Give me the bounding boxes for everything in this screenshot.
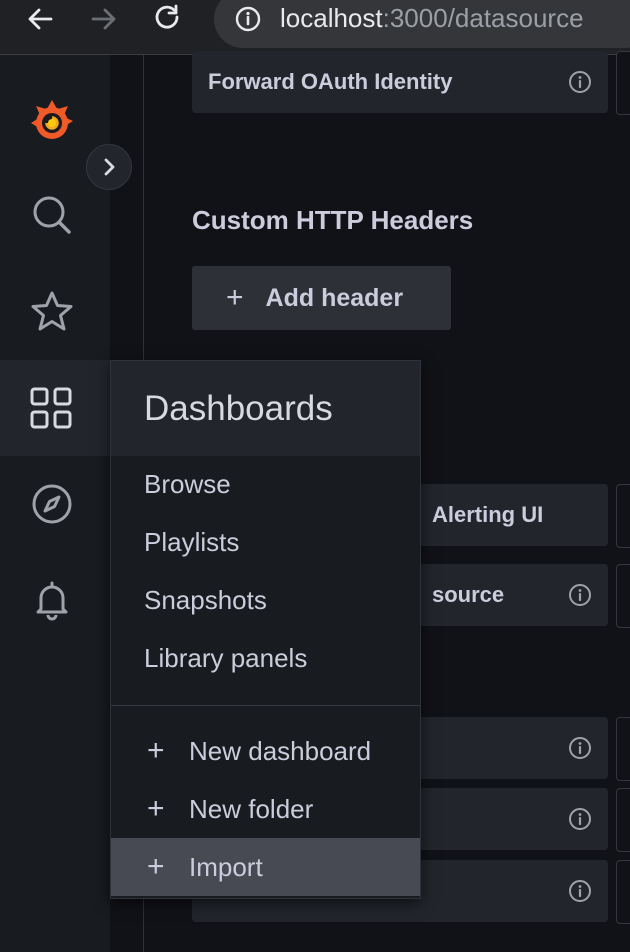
menu-item-playlists[interactable]: Playlists	[144, 527, 239, 558]
star-icon	[31, 291, 73, 331]
back-button[interactable]	[22, 0, 58, 38]
section-title: Custom HTTP Headers	[192, 205, 474, 235]
menu-action-label: New dashboard	[189, 735, 372, 766]
setting-label: Alerting UI	[432, 502, 544, 527]
menu-item-snapshots[interactable]: Snapshots	[144, 585, 267, 616]
setting-input[interactable]	[616, 860, 630, 924]
browser-toolbar: localhost:3000/datasource	[0, 0, 630, 55]
setting-toggle[interactable]	[616, 51, 630, 115]
setting-row-forward-oauth[interactable]: Forward OAuth Identity	[192, 51, 608, 113]
menu-item-new-dashboard[interactable]: + New dashboard	[111, 722, 420, 780]
setting-toggle[interactable]	[616, 484, 630, 548]
info-icon[interactable]	[568, 583, 592, 607]
expand-sidebar-button[interactable]	[86, 144, 132, 190]
compass-icon	[32, 484, 72, 524]
menu-header[interactable]: Dashboards	[111, 361, 420, 456]
url-host: localhost	[280, 3, 383, 33]
menu-item-new-folder[interactable]: + New folder	[111, 780, 420, 838]
sidebar-item-starred[interactable]	[0, 264, 104, 360]
plus-icon: +	[147, 734, 165, 767]
sidebar-item-dashboards[interactable]	[0, 360, 110, 456]
sidebar-item-alerting[interactable]	[0, 552, 104, 648]
dashboards-grid-icon	[30, 387, 72, 429]
add-header-label: Add header	[265, 283, 404, 312]
url-text[interactable]: localhost:3000/datasource	[280, 2, 584, 34]
dashboards-menu: Dashboards Browse Playlists Snapshots Li…	[110, 360, 421, 899]
setting-label: source	[432, 582, 505, 607]
chevron-right-icon	[104, 158, 115, 176]
nav-sidebar	[0, 55, 110, 952]
back-arrow-icon	[28, 8, 53, 30]
plus-icon: +	[147, 792, 165, 825]
reload-button[interactable]	[150, 0, 186, 38]
site-info-icon[interactable]	[234, 5, 262, 38]
setting-toggle[interactable]	[616, 564, 630, 628]
info-icon[interactable]	[568, 879, 592, 903]
add-header-button[interactable]: + Add header	[192, 266, 451, 330]
url-path: :3000/datasource	[382, 3, 584, 33]
sidebar-item-search[interactable]	[0, 167, 104, 263]
info-icon[interactable]	[568, 70, 592, 94]
forward-arrow-icon	[91, 8, 116, 30]
bell-icon	[36, 581, 68, 621]
sidebar-item-explore[interactable]	[0, 456, 104, 552]
setting-input[interactable]	[616, 788, 630, 852]
setting-input[interactable]	[616, 717, 630, 781]
info-icon[interactable]	[568, 736, 592, 760]
setting-label: Forward OAuth Identity	[208, 69, 453, 94]
search-icon	[33, 196, 71, 234]
menu-item-browse[interactable]: Browse	[144, 469, 231, 500]
reload-icon	[155, 4, 179, 29]
plus-icon: +	[147, 850, 165, 883]
menu-action-label: New folder	[189, 793, 314, 824]
forward-button[interactable]	[86, 0, 122, 38]
menu-item-import[interactable]: + Import	[111, 838, 420, 896]
plus-icon: +	[226, 281, 244, 314]
menu-title: Dashboards	[144, 389, 333, 428]
info-icon[interactable]	[568, 807, 592, 831]
menu-action-label: Import	[189, 851, 263, 882]
menu-divider	[111, 705, 420, 706]
menu-item-library-panels[interactable]: Library panels	[144, 643, 307, 674]
grafana-logo-icon	[31, 100, 73, 139]
